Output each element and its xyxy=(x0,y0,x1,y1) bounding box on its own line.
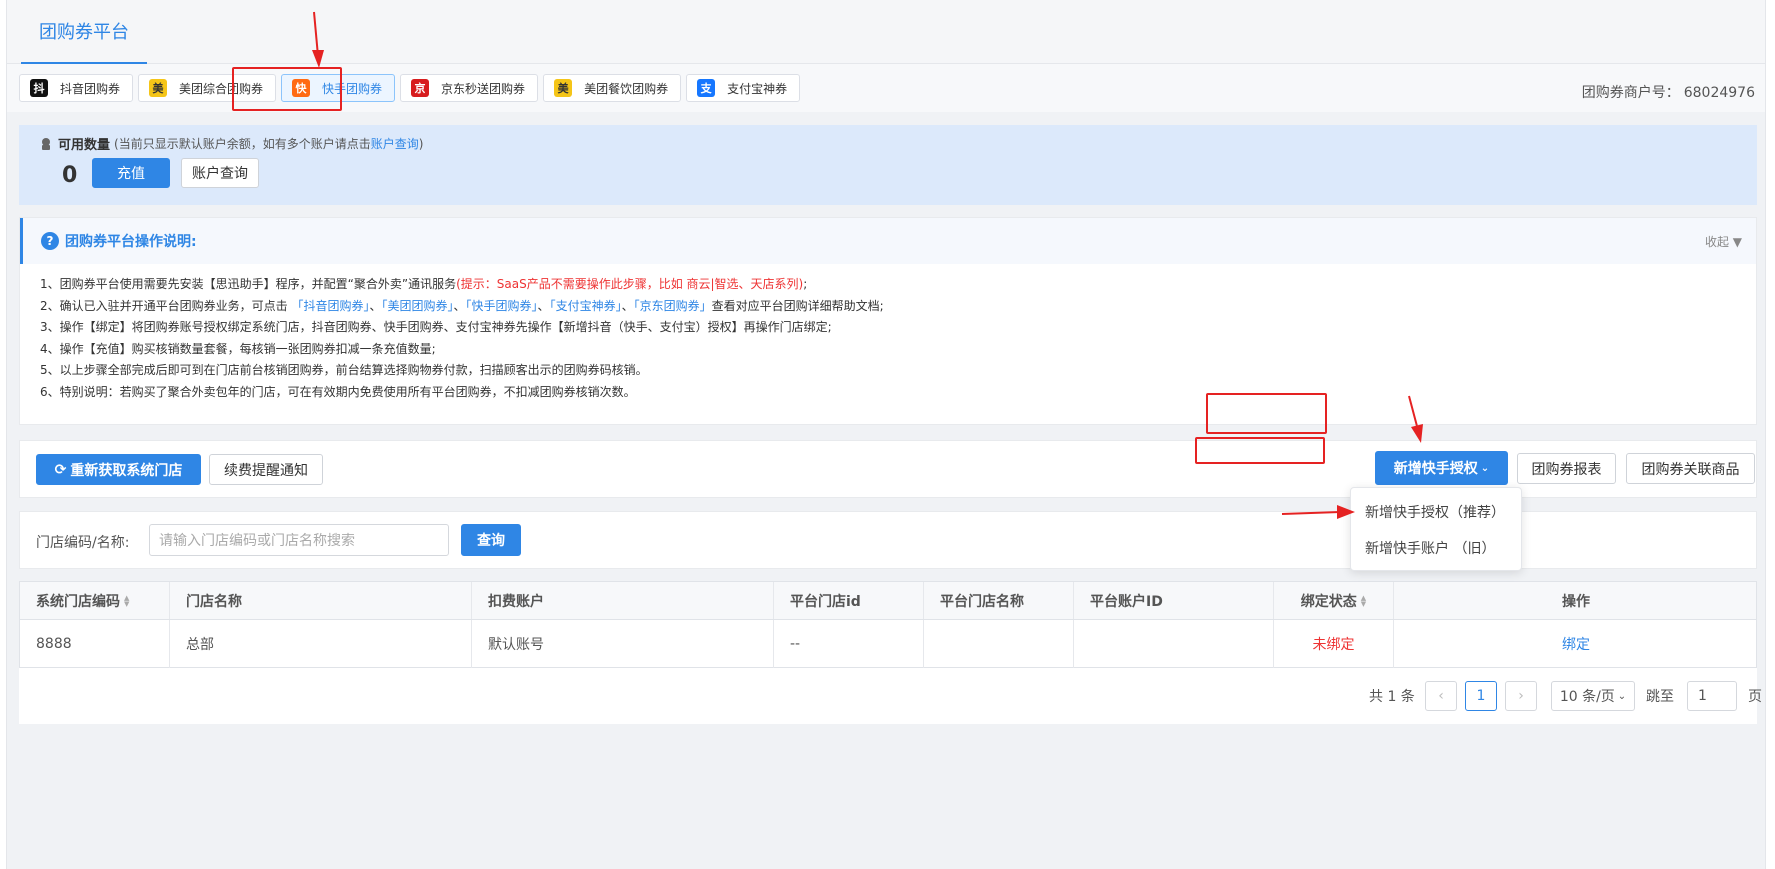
alipay-logo-icon: 支 xyxy=(697,79,716,97)
cell-code: 8888 xyxy=(20,620,170,668)
cell-account: 默认账号 xyxy=(472,620,774,668)
sort-icon: ▲ ▼ xyxy=(124,593,130,608)
tab-label: 京东秒送团购券 xyxy=(441,81,526,96)
recharge-button[interactable]: 充值 xyxy=(92,158,170,188)
main-content: 团购券平台 抖 抖音团购券 美 美团综合团购券 快 快手团购券 京 京东秒送团购… xyxy=(6,0,1766,869)
doc-link-meituan[interactable]: 「美团团购券」 xyxy=(382,299,454,313)
doc-link-alipay[interactable]: 「支付宝神券」 xyxy=(550,299,622,313)
tab-jd-coupon[interactable]: 京 京东秒送团购券 xyxy=(400,74,539,102)
column-header-code[interactable]: 系统门店编码 ▲ ▼ xyxy=(20,582,170,619)
collapse-toggle[interactable]: 收起 ▼ xyxy=(1705,233,1742,250)
instructions-panel: ? 团购券平台操作说明: 收起 ▼ 1、团购券平台使用需要先安装【思迅助手】程序… xyxy=(19,217,1757,425)
doc-link-jd[interactable]: 「京东团购券」 xyxy=(634,299,712,313)
doc-link-kuaishou[interactable]: 「快手团购券」 xyxy=(466,299,538,313)
column-header-platform-store-name: 平台门店名称 xyxy=(924,582,1074,619)
meituan-logo-icon: 美 xyxy=(554,79,573,97)
add-kuaishou-auth-button[interactable]: 新增快手授权 ⌄ xyxy=(1375,451,1508,485)
table-row: 8888 总部 默认账号 -- 未绑定 绑定 xyxy=(20,620,1756,668)
tab-label: 抖音团购券 xyxy=(60,81,121,96)
cell-status: 未绑定 xyxy=(1274,620,1394,668)
balance-count: 0 xyxy=(62,163,78,188)
store-table: 系统门店编码 ▲ ▼ 门店名称 扣费账户 平台门店id 平台门店名称 平台账户ID … xyxy=(19,581,1757,668)
instructions-body: 1、团购券平台使用需要先安装【思迅助手】程序，并配置“聚合外卖”通讯服务(提示：… xyxy=(40,274,884,403)
jump-page-input[interactable]: 1 xyxy=(1687,681,1737,711)
top-tab-bar: 团购券平台 xyxy=(7,0,1765,64)
instruction-line-6: 6、特别说明：若购买了聚合外卖包年的门店，可在有效期内免费使用所有平台团购券，不… xyxy=(40,384,636,399)
column-header-action: 操作 xyxy=(1562,593,1590,610)
balance-hint: (当前只显示默认账户余额，如有多个账户请点击账户查询) xyxy=(114,137,424,151)
highlight-kuaishou-tab xyxy=(232,67,342,111)
instruction-line-5: 5、以上步骤全部完成后即可到在门店前台核销团购券，前台结算选择购物券付款，扫描顾… xyxy=(40,363,648,377)
cell-name: 总部 xyxy=(170,620,472,668)
chevron-left-icon: ‹ xyxy=(1438,688,1444,704)
page-number-button[interactable]: 1 xyxy=(1465,681,1497,711)
cell-platform-store-name xyxy=(924,620,1074,668)
table-header: 系统门店编码 ▲ ▼ 门店名称 扣费账户 平台门店id 平台门店名称 平台账户ID … xyxy=(20,582,1756,620)
page-suffix: 页 xyxy=(1748,689,1762,705)
pagination-total: 共 1 条 xyxy=(1369,689,1415,705)
chevron-down-icon: ⌄ xyxy=(1617,690,1627,702)
balance-icon xyxy=(42,137,50,150)
instructions-title: 团购券平台操作说明: xyxy=(65,234,197,250)
menu-item-add-kuaishou-account-old[interactable]: 新增快手账户 （旧） xyxy=(1365,538,1495,558)
balance-title: 可用数量 (当前只显示默认账户余额，如有多个账户请点击账户查询) xyxy=(39,134,423,153)
balance-panel: 可用数量 (当前只显示默认账户余额，如有多个账户请点击账户查询) 0 充值 账户… xyxy=(19,125,1757,205)
merchant-number: 团购券商户号： 68024976 xyxy=(1578,82,1755,102)
instruction-line-3: 3、操作【绑定】将团购券账号授权绑定系统门店，抖音团购券、快手团购券、支付宝神券… xyxy=(40,320,832,334)
douyin-logo-icon: 抖 xyxy=(30,79,48,97)
linked-goods-button[interactable]: 团购券关联商品 xyxy=(1626,453,1755,484)
highlight-recommended-item xyxy=(1195,437,1325,464)
doc-link-douyin[interactable]: 「抖音团购券」 xyxy=(291,299,369,313)
meituan-logo-icon: 美 xyxy=(149,79,168,97)
store-search-input[interactable]: 请输入门店编码或门店名称搜索 xyxy=(149,524,449,556)
instruction-line-2: 2、确认已入驻并开通平台团购券业务，可点击 「抖音团购券」、「美团团购券」、「快… xyxy=(40,298,884,313)
tab-meituan-food-coupon[interactable]: 美 美团餐饮团购券 xyxy=(543,74,682,102)
chevron-down-icon: ⌄ xyxy=(1480,462,1490,474)
cell-platform-account-id xyxy=(1074,620,1274,668)
prev-page-button[interactable]: ‹ xyxy=(1425,681,1457,711)
tab-douyin-coupon[interactable]: 抖 抖音团购券 xyxy=(19,74,134,102)
balance-label: 可用数量 xyxy=(58,138,111,153)
menu-item-add-kuaishou-auth-recommended[interactable]: 新增快手授权（推荐） xyxy=(1365,502,1505,522)
tab-label: 支付宝神券 xyxy=(727,81,788,96)
jd-logo-icon: 京 xyxy=(411,79,430,97)
column-header-status[interactable]: 绑定状态 ▲ ▼ xyxy=(1274,582,1394,619)
merchant-value: 68024976 xyxy=(1683,85,1755,101)
help-icon: ? xyxy=(41,232,59,250)
next-page-button[interactable]: › xyxy=(1505,681,1537,711)
instruction-line-4: 4、操作【充值】购买核销数量套餐，每核销一张团购券扣减一条充值数量; xyxy=(40,341,436,356)
column-header-name: 门店名称 xyxy=(170,582,472,619)
coupon-report-button[interactable]: 团购券报表 xyxy=(1517,453,1616,484)
refresh-icon: ⟳ xyxy=(54,461,67,478)
jump-label: 跳至 xyxy=(1646,689,1674,705)
add-auth-dropdown-menu: 新增快手授权（推荐） 新增快手账户 （旧） xyxy=(1350,487,1522,571)
merchant-label: 团购券商户号： xyxy=(1581,85,1680,101)
tab-label: 美团餐饮团购券 xyxy=(584,81,669,96)
bind-link[interactable]: 绑定 xyxy=(1394,620,1758,668)
refresh-stores-button[interactable]: ⟳ 重新获取系统门店 xyxy=(36,454,201,485)
tab-alipay-coupon[interactable]: 支 支付宝神券 xyxy=(686,74,801,102)
highlight-add-auth-button xyxy=(1206,393,1327,434)
column-header-account: 扣费账户 xyxy=(472,582,774,619)
page-size-select[interactable]: 10 条/页 ⌄ xyxy=(1551,681,1635,711)
instructions-header: ? 团购券平台操作说明: 收起 ▼ xyxy=(20,218,1756,264)
cell-platform-store-id: -- xyxy=(774,620,924,668)
sort-icon: ▲ ▼ xyxy=(1360,593,1367,608)
account-query-button[interactable]: 账户查询 xyxy=(181,158,259,188)
instruction-line-1: 1、团购券平台使用需要先安装【思迅助手】程序，并配置“聚合外卖”通讯服务(提示：… xyxy=(40,277,808,291)
column-header-platform-store-id: 平台门店id xyxy=(774,582,924,619)
renewal-reminder-button[interactable]: 续费提醒通知 xyxy=(209,454,323,485)
pagination: 共 1 条 ‹ 1 › 10 条/页 ⌄ 跳至 1 页 xyxy=(19,668,1762,724)
page: 团购券平台 抖 抖音团购券 美 美团综合团购券 快 快手团购券 京 京东秒送团购… xyxy=(0,0,1775,869)
search-label: 门店编码/名称: xyxy=(36,535,130,551)
column-header-platform-account-id: 平台账户ID xyxy=(1074,582,1274,619)
account-query-link[interactable]: 账户查询 xyxy=(371,137,419,151)
tab-group-coupon-platform[interactable]: 团购券平台 xyxy=(21,0,147,64)
search-button[interactable]: 查询 xyxy=(461,524,521,556)
chevron-right-icon: › xyxy=(1518,688,1524,704)
